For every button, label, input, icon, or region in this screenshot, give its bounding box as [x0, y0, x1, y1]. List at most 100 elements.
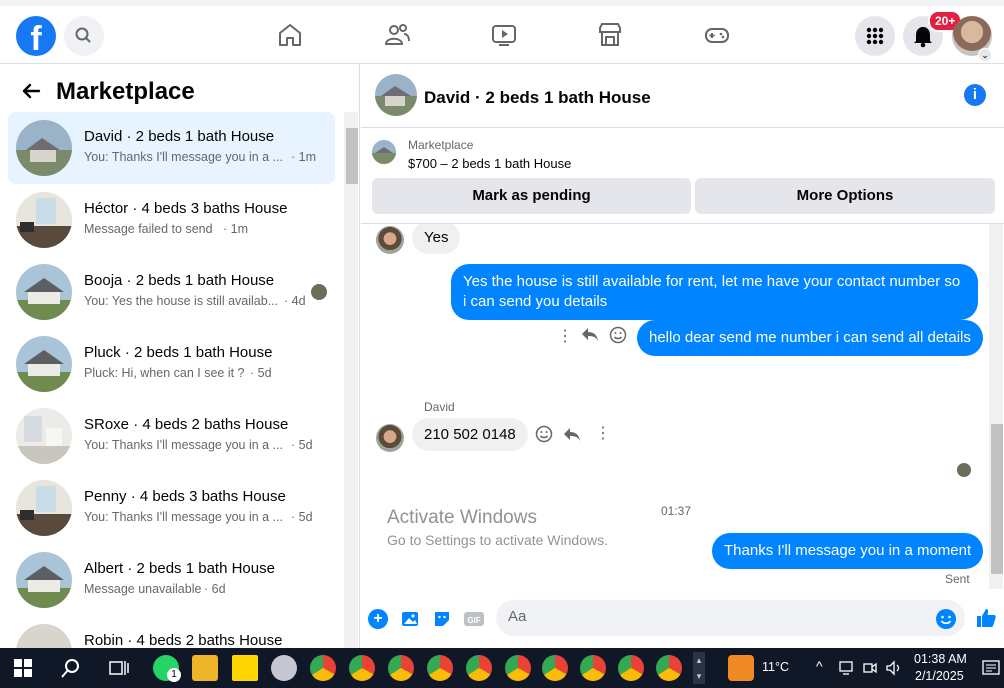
gaming-icon[interactable] [702, 20, 732, 50]
taskbar-scroll[interactable]: ▴ ▾ [693, 652, 705, 684]
more-icon[interactable]: ⋮ [595, 423, 611, 443]
chrome-icon[interactable] [656, 655, 682, 681]
back-arrow-icon[interactable] [20, 80, 42, 108]
house-thumbnail [16, 120, 72, 176]
paint-icon[interactable] [271, 655, 297, 681]
conversation-item[interactable]: Penny · 4 beds 3 baths House You: Thanks… [8, 472, 335, 544]
conversation-preview: You: Yes the house is still availab... [84, 294, 279, 308]
conversation-title: Booja · 2 beds 1 bath House [84, 272, 275, 289]
chrome-icon[interactable] [466, 655, 492, 681]
conversation-item[interactable]: SRoxe · 4 beds 2 baths House You: Thanks… [8, 400, 335, 472]
chat-panel: David · 2 beds 1 bath House i Marketplac… [361, 64, 1004, 648]
network-icon[interactable] [838, 660, 856, 676]
search-button[interactable] [64, 16, 104, 56]
conversation-item[interactable]: David · 2 beds 1 bath House You: Thanks … [8, 112, 335, 184]
notification-center-icon[interactable] [982, 659, 1000, 677]
activate-windows-title: Activate Windows [387, 507, 537, 528]
scrollbar-thumb[interactable] [991, 424, 1003, 574]
conversation-preview: You: Thanks I'll message you in a ... [84, 510, 284, 524]
listing-avatar[interactable] [375, 74, 417, 116]
mark-as-pending-button[interactable]: Mark as pending [372, 178, 691, 214]
chrome-icon[interactable] [349, 655, 375, 681]
scrollbar[interactable] [989, 224, 1003, 589]
search-icon[interactable] [60, 657, 82, 679]
reply-icon[interactable] [563, 426, 581, 447]
more-icon[interactable]: ⋮ [557, 326, 573, 346]
chrome-icon[interactable] [542, 655, 568, 681]
message-composer: + GIF Aa [361, 589, 1004, 648]
friends-icon[interactable] [382, 20, 412, 50]
photo-icon[interactable] [400, 609, 420, 629]
emoji-icon[interactable] [935, 608, 957, 630]
listing-price[interactable]: $700 – 2 beds 1 bath House [408, 156, 571, 171]
chrome-icon[interactable] [310, 655, 336, 681]
chrome-icon[interactable] [618, 655, 644, 681]
scrollbar[interactable] [344, 112, 358, 648]
incoming-message: Yes [412, 224, 461, 254]
listing-thumbnail[interactable] [372, 140, 396, 164]
task-view-icon[interactable] [109, 659, 129, 677]
contact-avatar [376, 226, 404, 254]
reply-icon[interactable] [581, 326, 599, 347]
clock-date[interactable]: 2/1/2025 [915, 669, 964, 683]
volume-icon[interactable] [885, 660, 903, 676]
weather-temperature[interactable]: 11°C [762, 660, 789, 674]
react-icon[interactable] [609, 326, 627, 349]
weather-icon[interactable] [728, 655, 754, 681]
sticker-icon[interactable] [432, 609, 452, 629]
chrome-icon[interactable] [505, 655, 531, 681]
conversation-preview: You: Thanks I'll message you in a ... [84, 150, 284, 164]
conversation-item[interactable]: Booja · 2 beds 1 bath House You: Yes the… [8, 256, 335, 328]
outgoing-message: hello dear send me number i can send all… [637, 320, 983, 356]
sticky-notes-icon[interactable] [232, 655, 258, 681]
page-title: Marketplace [56, 78, 195, 105]
clock-time[interactable]: 01:38 AM [914, 652, 967, 666]
file-explorer-icon[interactable] [192, 655, 218, 681]
chrome-icon[interactable] [388, 655, 414, 681]
info-icon[interactable]: i [964, 84, 986, 106]
thumbs-up-icon[interactable] [974, 606, 998, 630]
chrome-icon[interactable] [580, 655, 606, 681]
conversation-time: · 5d [291, 438, 313, 452]
home-icon[interactable] [275, 20, 305, 50]
conversation-preview: You: Thanks I'll message you in a ... [84, 438, 284, 452]
conversation-preview: Pluck: Hi, when can I see it ? [84, 366, 245, 380]
plus-icon[interactable]: + [368, 609, 388, 629]
chevron-down-icon[interactable]: ⌄ [978, 48, 992, 62]
seen-avatar [957, 463, 971, 477]
outgoing-message: Yes the house is still available for ren… [451, 264, 978, 320]
house-thumbnail [16, 624, 72, 648]
taskbar-badge: 1 [167, 668, 181, 682]
windows-start-icon[interactable] [14, 659, 32, 677]
conversation-title: Albert · 2 beds 1 bath House [84, 560, 275, 577]
gif-icon[interactable]: GIF [463, 609, 485, 629]
house-thumbnail [16, 408, 72, 464]
conversation-item[interactable]: Pluck · 2 beds 1 bath House Pluck: Hi, w… [8, 328, 335, 400]
menu-button[interactable] [855, 16, 895, 56]
facebook-logo[interactable]: f [16, 16, 56, 58]
chat-title[interactable]: David · 2 beds 1 bath House [424, 88, 651, 108]
message-input[interactable]: Aa [496, 600, 965, 636]
marketplace-icon[interactable] [595, 20, 625, 50]
chevron-up-icon[interactable]: ^ [816, 658, 823, 674]
scrollbar-thumb[interactable] [346, 128, 358, 184]
react-icon[interactable] [535, 425, 553, 448]
conversation-time: · 5d [291, 510, 313, 524]
watch-icon[interactable] [489, 20, 519, 50]
marketplace-inbox-panel: Marketplace David · 2 beds 1 bath House … [0, 64, 360, 648]
chrome-icon[interactable] [427, 655, 453, 681]
house-thumbnail [16, 336, 72, 392]
conversation-item[interactable]: Robin · 4 beds 2 baths House [8, 616, 335, 648]
more-options-button[interactable]: More Options [695, 178, 995, 214]
conversation-time: · 4d [284, 294, 306, 308]
listing-banner: Marketplace $700 – 2 beds 1 bath House M… [361, 128, 1004, 224]
search-icon [75, 27, 91, 43]
seen-avatar [311, 284, 327, 300]
conversation-item[interactable]: Héctor · 4 beds 3 baths House Message fa… [8, 184, 335, 256]
house-thumbnail [16, 552, 72, 608]
meeting-icon[interactable] [862, 660, 878, 676]
conversation-item[interactable]: Albert · 2 beds 1 bath House Message una… [8, 544, 335, 616]
conversation-time: · 5d [250, 366, 272, 380]
message-timestamp: 01:37 [661, 504, 692, 518]
top-navigation-bar: f 20+ ⌄ [0, 0, 1004, 64]
